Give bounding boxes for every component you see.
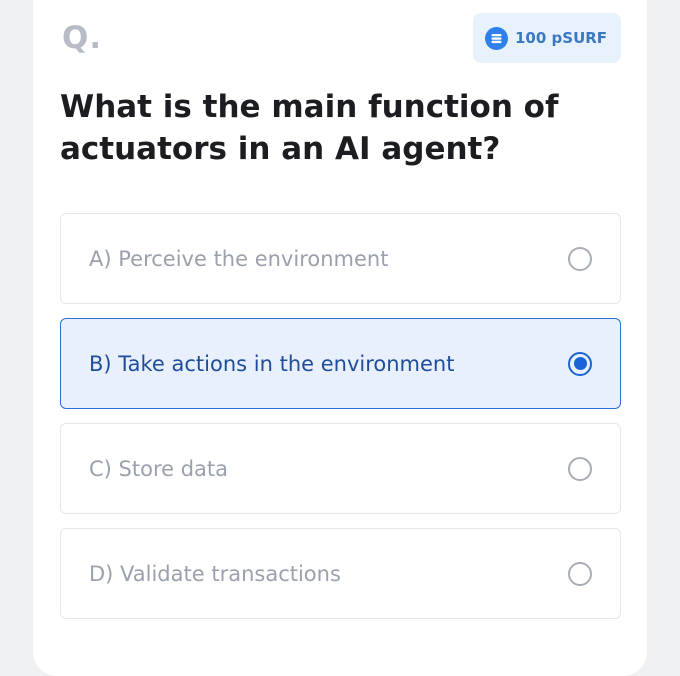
option-label: B) Take actions in the environment: [89, 351, 455, 376]
radio-button[interactable]: [568, 561, 592, 586]
option-c[interactable]: C) Store data: [60, 423, 621, 514]
option-a[interactable]: A) Perceive the environment: [60, 213, 621, 304]
radio-button-selected[interactable]: [568, 351, 592, 376]
radio-button[interactable]: [568, 246, 592, 271]
radio-dot: [573, 357, 587, 370]
option-d[interactable]: D) Validate transactions: [60, 528, 621, 619]
option-label: C) Store data: [89, 456, 229, 481]
reward-badge: 100 pSURF: [473, 13, 621, 63]
option-b[interactable]: B) Take actions in the environment: [60, 318, 621, 409]
reward-amount: 100 pSURF: [515, 29, 608, 47]
question-marker: Q.: [62, 20, 103, 56]
answer-options: A) Perceive the environment B) Take acti…: [60, 213, 621, 633]
question-text: What is the main function of actuators i…: [60, 89, 559, 167]
option-label: D) Validate transactions: [89, 561, 341, 586]
option-label: A) Perceive the environment: [89, 246, 389, 271]
radio-button[interactable]: [568, 456, 592, 481]
stack-coin-icon: [485, 26, 508, 50]
